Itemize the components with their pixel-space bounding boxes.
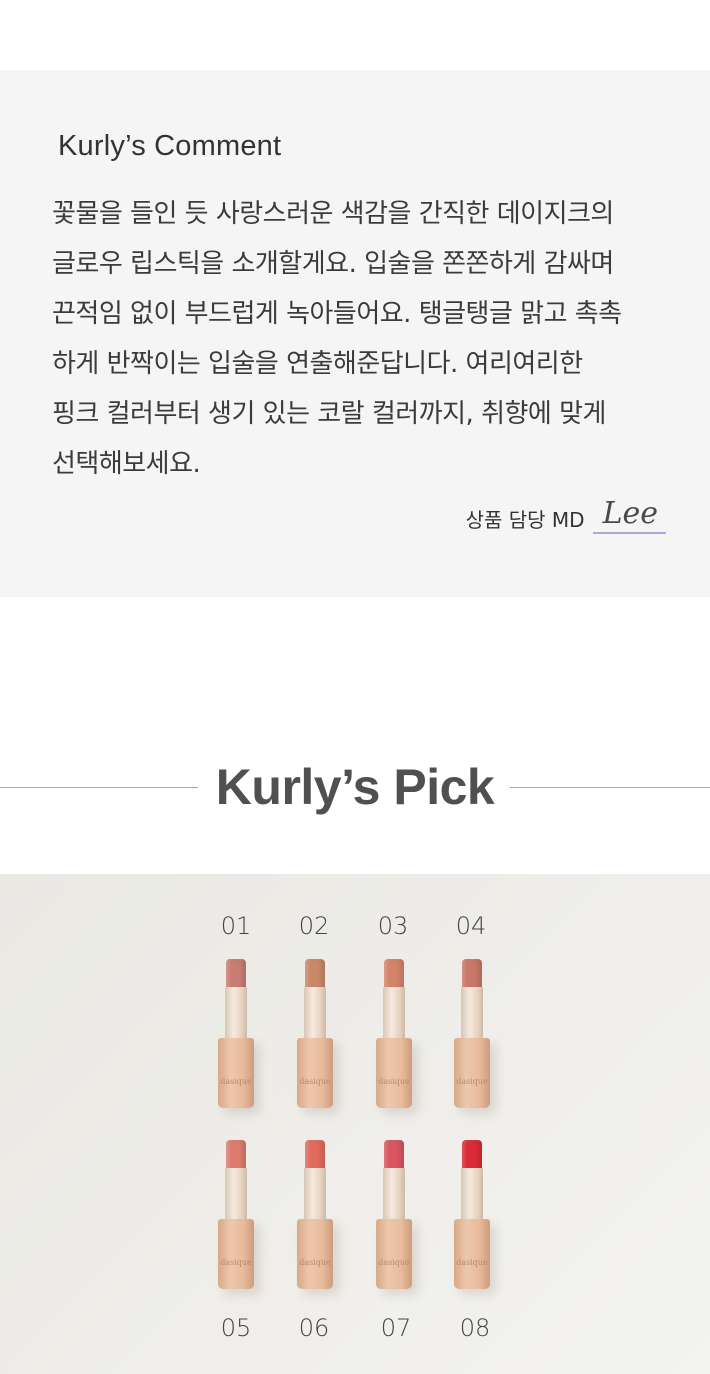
shade-number: 03 — [377, 912, 409, 940]
signature-name: Lee — [592, 498, 666, 534]
lipstick-02: dasique — [297, 959, 333, 1109]
lipstick-tube — [383, 987, 405, 1039]
lipstick-bullet — [384, 959, 404, 989]
lipstick-bullet — [305, 1140, 325, 1170]
product-photo: 01 02 03 04 dasique dasique dasique dasi… — [0, 874, 710, 1374]
brand-logo: dasique — [378, 1077, 410, 1086]
shade-number: 07 — [380, 1314, 412, 1342]
brand-logo: dasique — [378, 1258, 410, 1267]
brand-logo: dasique — [220, 1258, 252, 1267]
brand-logo: dasique — [299, 1077, 331, 1086]
lipstick-base — [376, 1219, 412, 1289]
shade-number: 05 — [220, 1314, 252, 1342]
comment-body: 꽃물을 들인 듯 사랑스러운 색감을 간직한 데이지크의 글로우 립스틱을 소개… — [52, 199, 622, 479]
lipstick-07: dasique — [376, 1140, 412, 1290]
lipstick-bullet — [305, 959, 325, 989]
lipstick-tube — [225, 987, 247, 1039]
comment-title: Kurly’s Comment — [58, 130, 282, 162]
lipstick-tube — [461, 1168, 483, 1220]
brand-logo: dasique — [220, 1077, 252, 1086]
lipstick-01: dasique — [218, 959, 254, 1109]
brand-logo: dasique — [456, 1077, 488, 1086]
lipstick-05: dasique — [218, 1140, 254, 1290]
kurlys-pick-heading: Kurly’s Pick — [0, 752, 710, 822]
md-signature: 상품 담당 MD Lee — [466, 498, 666, 534]
signature-label: 상품 담당 MD — [465, 508, 585, 532]
lipstick-bullet — [226, 1140, 246, 1170]
lipstick-tube — [225, 1168, 247, 1220]
lipstick-bullet — [384, 1140, 404, 1170]
lipstick-base — [376, 1038, 412, 1108]
lipstick-04: dasique — [454, 959, 490, 1109]
lipstick-bullet — [462, 1140, 482, 1170]
lipstick-tube — [304, 1168, 326, 1220]
lipstick-base — [297, 1038, 333, 1108]
lipstick-base — [218, 1219, 254, 1289]
lipstick-08: dasique — [454, 1140, 490, 1290]
lipstick-bullet — [226, 959, 246, 989]
brand-logo: dasique — [456, 1258, 488, 1267]
lipstick-tube — [383, 1168, 405, 1220]
shade-number: 02 — [298, 912, 330, 940]
lipstick-tube — [461, 987, 483, 1039]
title-divider-right — [510, 787, 710, 788]
lipstick-06: dasique — [297, 1140, 333, 1290]
shade-number: 01 — [220, 912, 252, 940]
lipstick-03: dasique — [376, 959, 412, 1109]
lipstick-base — [218, 1038, 254, 1108]
shade-number: 08 — [459, 1314, 491, 1342]
lipstick-tube — [304, 987, 326, 1039]
lipstick-base — [297, 1219, 333, 1289]
lipstick-base — [454, 1038, 490, 1108]
lipstick-bullet — [462, 959, 482, 989]
shade-number: 06 — [298, 1314, 330, 1342]
lipstick-base — [454, 1219, 490, 1289]
brand-logo: dasique — [299, 1258, 331, 1267]
shade-number: 04 — [455, 912, 487, 940]
